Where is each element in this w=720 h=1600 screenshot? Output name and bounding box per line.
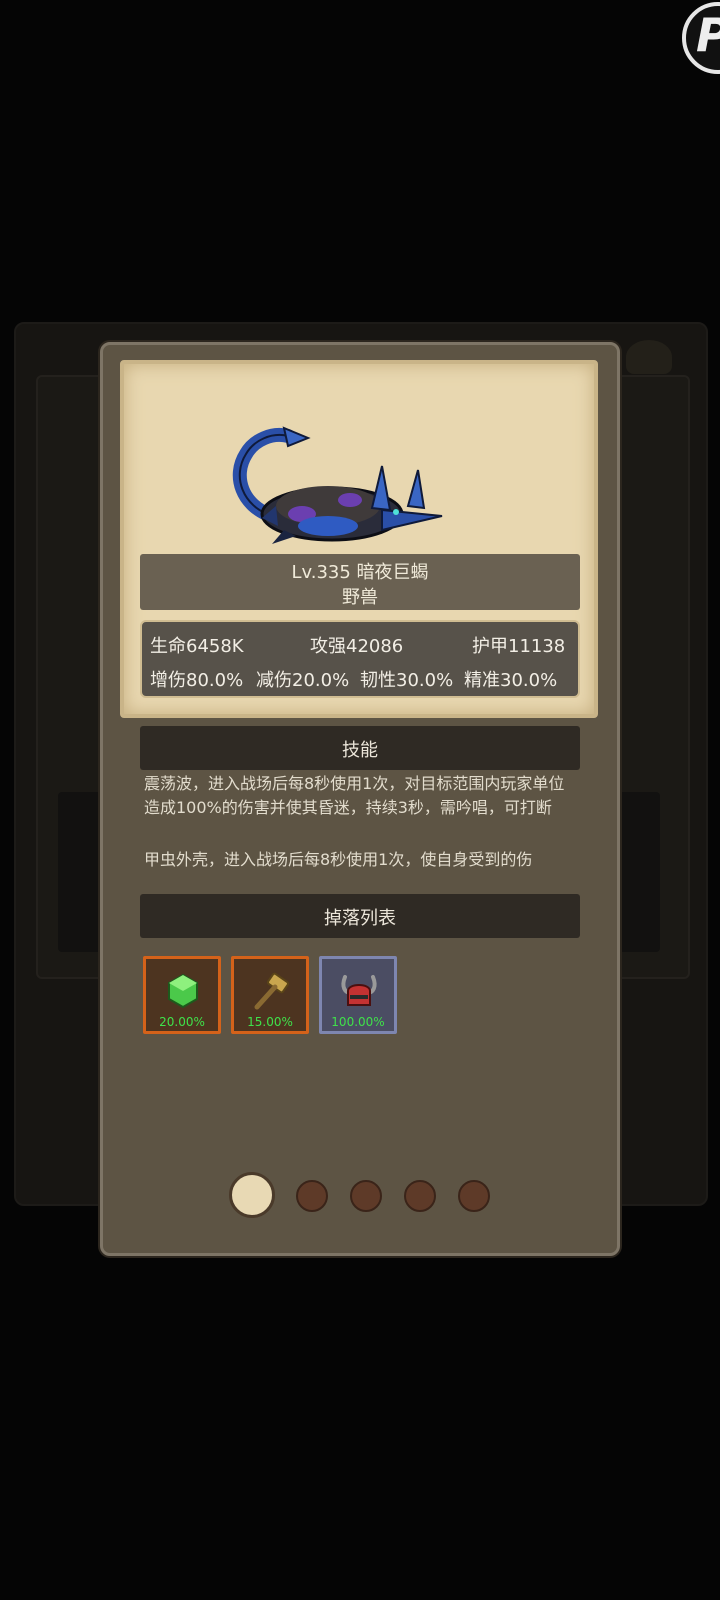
monster-stats-panel: 生命6458K 攻强42086 护甲11138 增伤80.0% 减伤20.0% … xyxy=(140,620,580,698)
green-gem-icon xyxy=(168,973,198,1009)
stat-damage-up: 增伤80.0% xyxy=(150,670,244,691)
page-dot-1[interactable] xyxy=(229,1172,275,1218)
scorpion-monster-icon xyxy=(232,426,443,544)
corner-logo-icon[interactable]: P xyxy=(682,2,720,74)
skill-item-2: 甲虫外壳，进入战场后每8秒使用1次，使自身受到的伤 xyxy=(144,850,533,869)
drop-rate: 15.00% xyxy=(247,1015,293,1029)
background-knob xyxy=(626,340,672,374)
monster-level-name: Lv.335 暗夜巨蝎 xyxy=(291,562,429,583)
stat-hp: 生命6458K xyxy=(150,636,244,657)
stat-toughness: 韧性30.0% xyxy=(360,670,454,691)
drop-rate: 20.00% xyxy=(159,1015,205,1029)
skills-header: 技能 xyxy=(140,726,580,770)
page-dot-4[interactable] xyxy=(404,1180,436,1212)
skills-title: 技能 xyxy=(342,740,378,761)
drop-item-gem[interactable]: 20.00% xyxy=(143,956,221,1034)
stat-damage-down: 减伤20.0% xyxy=(256,670,350,691)
stat-accuracy: 精准30.0% xyxy=(464,670,558,691)
horned-helmet-icon xyxy=(341,975,377,1006)
stat-attack: 攻强42086 xyxy=(310,636,404,657)
page-dot-2[interactable] xyxy=(296,1180,328,1212)
hammer-icon xyxy=(254,972,290,1010)
drops-title: 掉落列表 xyxy=(324,908,396,929)
skills-list[interactable]: 震荡波，进入战场后每8秒使用1次，对目标范围内玩家单位造成100%的伤害并使其昏… xyxy=(140,772,590,872)
monster-name-bar: Lv.335 暗夜巨蝎 野兽 xyxy=(140,554,580,610)
drop-item-hammer[interactable]: 15.00% xyxy=(231,956,309,1034)
drop-rate: 100.00% xyxy=(331,1015,385,1029)
drops-header: 掉落列表 xyxy=(140,894,580,938)
drop-item-helmet[interactable]: 100.00% xyxy=(319,956,397,1034)
stat-armor: 护甲11138 xyxy=(472,636,566,657)
monster-type: 野兽 xyxy=(342,587,378,608)
page-dot-5[interactable] xyxy=(458,1180,490,1212)
page-dot-3[interactable] xyxy=(350,1180,382,1212)
skill-item-1: 震荡波，进入战场后每8秒使用1次，对目标范围内玩家单位造成100%的伤害并使其昏… xyxy=(144,774,565,817)
